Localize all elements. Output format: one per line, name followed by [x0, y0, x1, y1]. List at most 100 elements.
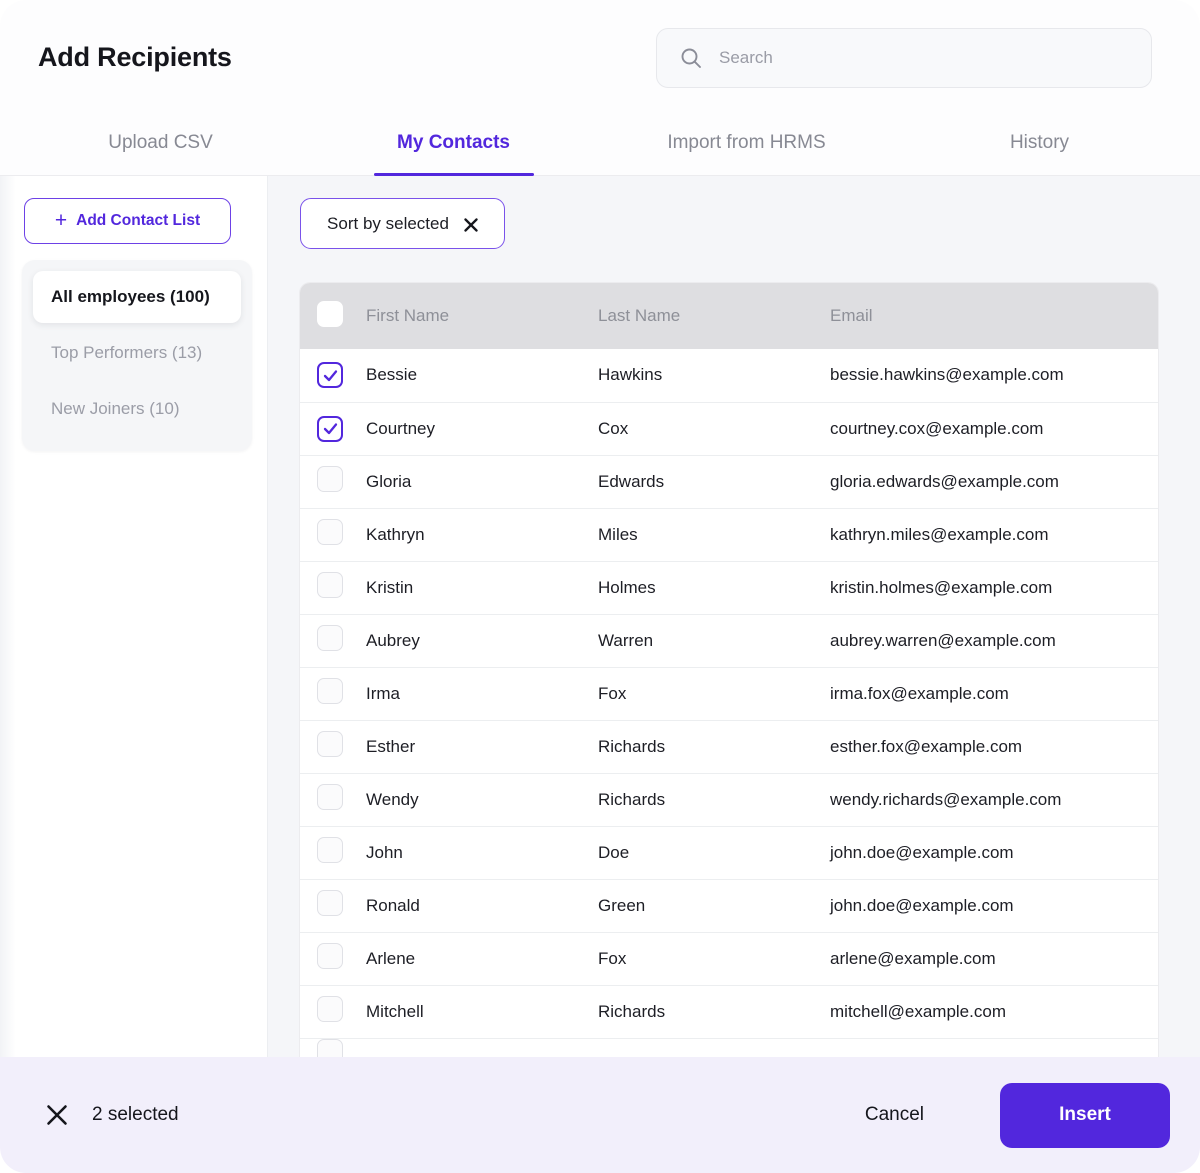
sidebar-item-label: All employees (100) — [51, 287, 210, 306]
table-row[interactable]: Kathryn Miles kathryn.miles@example.com — [300, 508, 1158, 562]
row-checkbox[interactable] — [317, 415, 343, 442]
check-icon — [323, 421, 338, 436]
cell-email: kathryn.miles@example.com — [830, 508, 1158, 562]
sidebar-item-new-joiners[interactable]: New Joiners (10) — [33, 383, 241, 435]
tab-label: Upload CSV — [108, 131, 213, 153]
cell-email: bessie.hawkins@example.com — [830, 349, 1158, 403]
table-row[interactable]: Esther Richards esther.fox@example.com — [300, 720, 1158, 774]
close-icon[interactable] — [464, 217, 478, 232]
row-checkbox[interactable] — [317, 731, 343, 758]
cell-last-name: Holmes — [598, 561, 830, 615]
sidebar-item-all-employees[interactable]: All employees (100) — [33, 271, 241, 323]
row-checkbox-cell — [300, 402, 366, 456]
insert-button[interactable]: Insert — [1000, 1082, 1170, 1148]
cell-email: esther.fox@example.com — [830, 720, 1158, 774]
table-row[interactable]: Kristin Holmes kristin.holmes@example.com — [300, 561, 1158, 615]
tab-bar: Upload CSV My Contacts Import from HRMS … — [0, 115, 1200, 176]
tab-label: My Contacts — [397, 131, 510, 153]
row-checkbox[interactable] — [317, 1038, 343, 1057]
column-header-last-name[interactable]: Last Name — [598, 283, 830, 350]
cell-last-name: Richards — [598, 985, 830, 1039]
cell-last-name: Richards — [598, 773, 830, 827]
row-checkbox-cell — [300, 985, 366, 1039]
table-header-row: First Name Last Name Email — [300, 283, 1158, 350]
table-row[interactable]: Arlene Fox arlene@example.com — [300, 932, 1158, 986]
search-box[interactable] — [656, 27, 1152, 88]
row-checkbox-cell — [300, 1038, 366, 1057]
table-row[interactable]: Gloria Edwards gloria.edwards@example.com — [300, 455, 1158, 509]
row-checkbox-cell — [300, 614, 366, 668]
table-row[interactable]: Bessie Hawkins bessie.hawkins@example.com — [300, 349, 1158, 403]
select-all-checkbox[interactable] — [317, 300, 343, 327]
row-checkbox[interactable] — [317, 837, 343, 864]
table-row[interactable]: Irma Fox irma.fox@example.com — [300, 667, 1158, 721]
search-input[interactable] — [719, 28, 1129, 87]
tab-import-from-hrms[interactable]: Import from HRMS — [600, 115, 893, 176]
tab-upload-csv[interactable]: Upload CSV — [14, 115, 307, 176]
page-title: Add Recipients — [38, 42, 232, 72]
row-checkbox[interactable] — [317, 890, 343, 917]
modal-header: Add Recipients — [0, 0, 1200, 115]
row-checkbox-cell — [300, 879, 366, 933]
cell-last-name: Warren — [598, 614, 830, 668]
tab-label: Import from HRMS — [667, 131, 826, 153]
sidebar-item-top-performers[interactable]: Top Performers (13) — [33, 327, 241, 379]
cell-email: john.doe@example.com — [830, 826, 1158, 880]
cell-last-name: Fox — [598, 932, 830, 986]
add-contact-list-button[interactable]: + Add Contact List — [24, 198, 231, 244]
row-checkbox[interactable] — [317, 625, 343, 652]
table-row[interactable]: Wendy Richards wendy.richards@example.com — [300, 773, 1158, 827]
cell-first-name: Irma — [366, 667, 598, 721]
row-checkbox-cell — [300, 561, 366, 615]
modal-body: + Add Contact List All employees (100) T… — [0, 176, 1200, 1057]
cell-last-name: Green — [598, 879, 830, 933]
add-contact-list-label: Add Contact List — [76, 212, 201, 229]
table-row[interactable]: Aubrey Warren aubrey.warren@example.com — [300, 614, 1158, 668]
tab-history[interactable]: History — [893, 115, 1186, 176]
sort-by-selected-chip[interactable]: Sort by selected — [300, 198, 505, 250]
cell-email: mitchell@example.com — [830, 985, 1158, 1039]
sidebar-item-label: New Joiners (10) — [51, 399, 180, 418]
plus-icon: + — [54, 208, 68, 232]
cell-first-name: Gloria — [366, 455, 598, 509]
row-checkbox[interactable] — [317, 996, 343, 1023]
cell-first-name — [366, 1038, 598, 1057]
cell-email: arlene@example.com — [830, 932, 1158, 986]
close-icon[interactable] — [46, 1104, 68, 1126]
cell-first-name: Esther — [366, 720, 598, 774]
add-recipients-modal: Add Recipients Upload CSV My Contacts Im… — [0, 0, 1200, 1173]
cancel-button[interactable]: Cancel — [847, 1094, 942, 1136]
cell-first-name: Kathryn — [366, 508, 598, 562]
tab-my-contacts[interactable]: My Contacts — [307, 115, 600, 176]
cell-last-name: Cox — [598, 402, 830, 456]
search-icon — [679, 46, 703, 70]
table-row[interactable] — [300, 1038, 1158, 1057]
table-row[interactable]: Mitchell Richards mitchell@example.com — [300, 985, 1158, 1039]
row-checkbox-cell — [300, 720, 366, 774]
cell-first-name: Aubrey — [366, 614, 598, 668]
table-row[interactable]: Ronald Green john.doe@example.com — [300, 879, 1158, 933]
row-checkbox[interactable] — [317, 784, 343, 811]
table-head: First Name Last Name Email — [300, 283, 1158, 350]
row-checkbox[interactable] — [317, 362, 343, 389]
table-row[interactable]: Courtney Cox courtney.cox@example.com — [300, 402, 1158, 456]
contacts-table: First Name Last Name Email Bessie Hawkins… — [300, 283, 1158, 1057]
cell-first-name: Mitchell — [366, 985, 598, 1039]
row-checkbox[interactable] — [317, 466, 343, 493]
cell-last-name: Doe — [598, 826, 830, 880]
check-icon — [323, 368, 338, 383]
cell-first-name: Arlene — [366, 932, 598, 986]
column-header-first-name[interactable]: First Name — [366, 283, 598, 350]
contact-list-panel: All employees (100) Top Performers (13) … — [22, 260, 252, 451]
row-checkbox-cell — [300, 349, 366, 403]
row-checkbox[interactable] — [317, 678, 343, 705]
row-checkbox[interactable] — [317, 943, 343, 970]
row-checkbox[interactable] — [317, 519, 343, 546]
cell-email: gloria.edwards@example.com — [830, 455, 1158, 509]
tab-label: History — [1009, 131, 1070, 153]
row-checkbox[interactable] — [317, 572, 343, 599]
column-header-email[interactable]: Email — [830, 283, 1158, 350]
cell-email: irma.fox@example.com — [830, 667, 1158, 721]
sort-chip-label: Sort by selected — [327, 213, 449, 233]
table-row[interactable]: John Doe john.doe@example.com — [300, 826, 1158, 880]
